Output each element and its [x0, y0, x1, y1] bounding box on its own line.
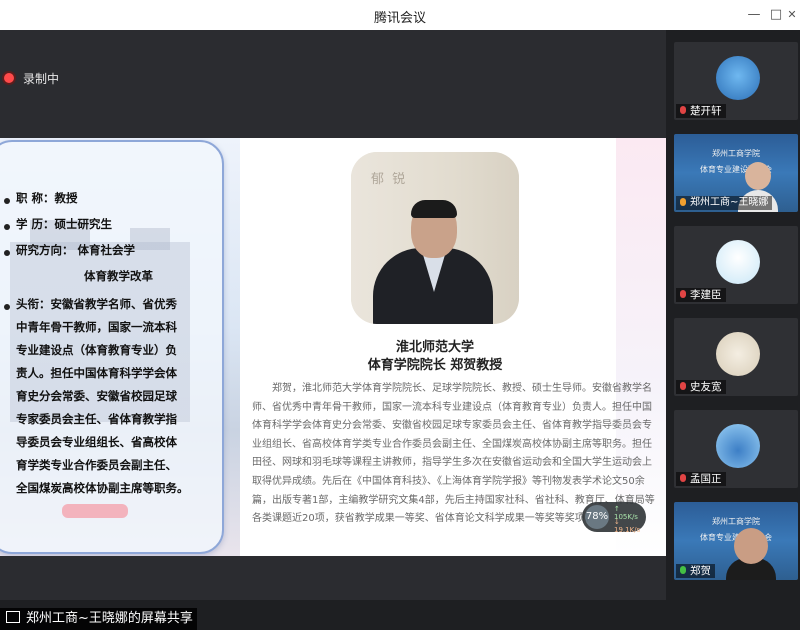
participant-name: 郑州工商~王晓娜 — [676, 196, 773, 210]
honors-line: 导委员会专业组组长、省高校体 — [16, 435, 177, 449]
person-face — [745, 162, 771, 190]
honors-line: 专家委员会主任、省体育教学指 — [16, 412, 177, 426]
network-percent: 78% — [585, 505, 609, 529]
shared-slide: 职 称：教授 学 历：硕士研究生 研究方向： 体育社会学 体育教学改革 头衔：安… — [0, 138, 666, 556]
participant-tile[interactable]: 史友宽 — [674, 318, 798, 396]
mic-muted-icon — [680, 382, 686, 390]
honors-line: 责人。担任中国体育科学学会体 — [16, 366, 177, 380]
video-banner-line-1: 郑州工商学院 — [712, 149, 760, 158]
bullet-icon — [4, 224, 10, 230]
degree-line: 学 历：硕士研究生 — [16, 217, 113, 231]
video-banner-line-2: 体育专业建设研讨会 — [700, 165, 772, 174]
participant-tile[interactable]: 郑州工商学院 体育专业建设研讨会 郑州工商~王晓娜 — [674, 134, 798, 212]
title-line: 职 称：教授 — [16, 191, 78, 205]
bullet-icon — [4, 198, 10, 204]
title-bar: 腾讯会议 — □ ✕ — [0, 0, 800, 31]
honors-line: 育学类专业合作委员会副主任、 — [16, 458, 177, 472]
participant-panel: 楚开轩 郑州工商学院 体育专业建设研讨会 郑州工商~王晓娜 李建臣 史友宽 孟国… — [666, 30, 800, 600]
honors-line: 专业建设点（体育教育专业）负 — [16, 343, 177, 357]
honors-line: 育史分会常委、安徽省校园足球 — [16, 389, 177, 403]
recording-dot-icon — [4, 73, 14, 83]
recording-label: 录制中 — [23, 72, 60, 86]
portrait-photo: 郁 锐 — [351, 152, 519, 324]
honors-line: 中青年骨干教师，国家一流本科 — [16, 320, 177, 334]
network-speed-widget[interactable]: 78% ↑ 105K/s ↓ 19.1K/s — [582, 502, 646, 534]
mic-on-icon — [680, 566, 686, 574]
profile-card: 职 称：教授 学 历：硕士研究生 研究方向： 体育社会学 体育教学改革 头衔：安… — [0, 140, 224, 554]
decorative-pink-button — [62, 504, 128, 518]
close-button[interactable]: ✕ — [782, 5, 800, 25]
bullet-icon — [4, 304, 10, 310]
research-line-1: 研究方向： 体育社会学 — [16, 243, 136, 257]
avatar — [716, 424, 760, 468]
person-face — [734, 528, 768, 564]
avatar — [716, 240, 760, 284]
participant-tile[interactable]: 李建臣 — [674, 226, 798, 304]
research-line-2: 体育教学改革 — [84, 269, 153, 283]
screen-share-area: 录制中 职 称：教授 学 历：硕士研究生 研究方向： 体育社会学 体育教学改革 … — [0, 30, 666, 630]
avatar — [716, 332, 760, 376]
speaker-position: 体育学院院长 郑贺教授 — [367, 358, 503, 373]
honors-line: 全国煤炭高校体协副主席等职务。 — [16, 481, 189, 495]
participant-tile[interactable]: 孟国正 — [674, 410, 798, 488]
university-name: 淮北师范大学 — [395, 340, 474, 355]
portrait-hair — [411, 200, 457, 218]
honors-line: 头衔：安徽省教学名师、省优秀 — [16, 297, 177, 311]
participant-tile[interactable]: 楚开轩 — [674, 42, 798, 120]
calligraphy-art: 郁 锐 — [371, 172, 408, 187]
download-speed: ↓ 19.1K/s — [614, 518, 641, 534]
bullet-icon — [4, 250, 10, 256]
mic-muted-icon — [680, 106, 686, 114]
mic-muted-icon — [680, 474, 686, 482]
screen-share-label: 郑州工商~王晓娜的屏幕共享 — [0, 608, 198, 630]
window-title: 腾讯会议 — [373, 11, 426, 26]
video-banner-line-1: 郑州工商学院 — [712, 517, 760, 526]
mic-muted-icon — [680, 290, 686, 298]
host-icon — [680, 198, 686, 206]
participant-tile[interactable]: 郑州工商学院 体育专业建设研讨会 郑贺 — [674, 502, 798, 580]
minimize-button[interactable]: — — [744, 5, 764, 25]
screen-share-label-text: 郑州工商~王晓娜的屏幕共享 — [26, 611, 193, 626]
avatar — [716, 56, 760, 100]
screen-share-icon — [6, 611, 20, 623]
